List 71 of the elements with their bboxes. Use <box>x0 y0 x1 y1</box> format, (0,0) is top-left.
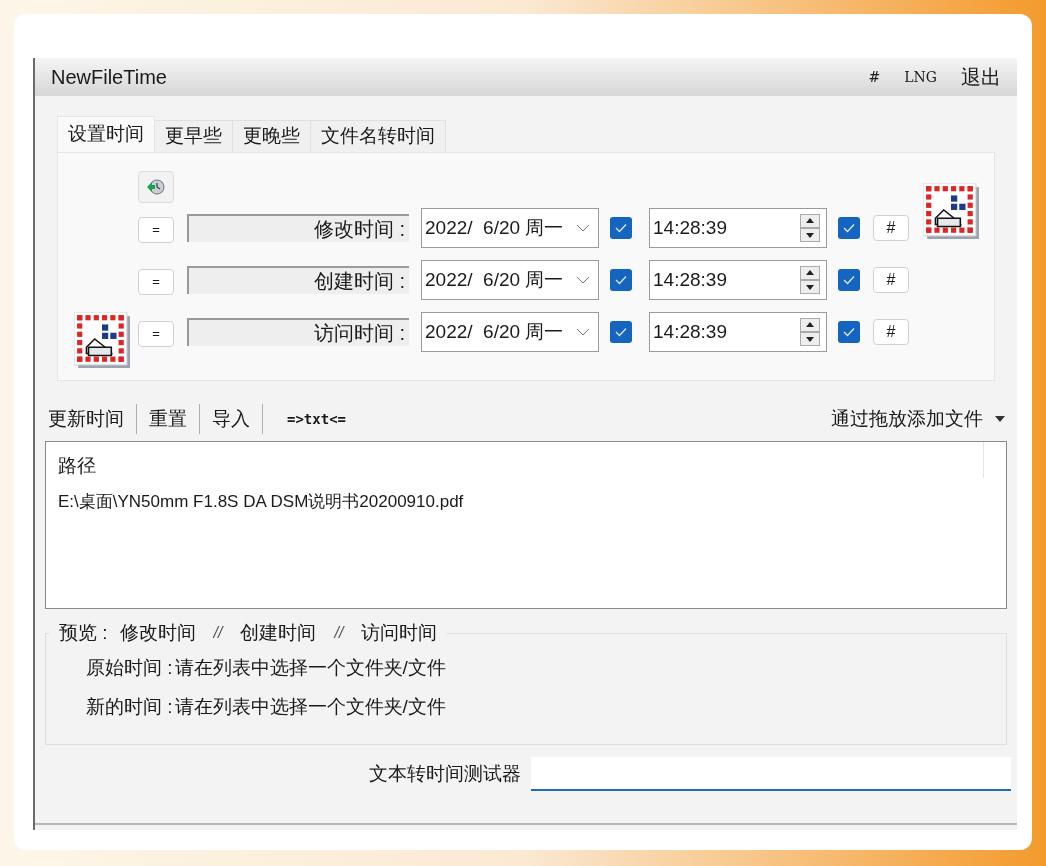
hash-button[interactable]: # <box>873 215 909 241</box>
spinner-arrows-icon <box>800 214 820 242</box>
clock-back-icon <box>146 177 166 197</box>
legend-text: 预览 : <box>59 621 108 645</box>
chevron-down-icon <box>576 224 590 232</box>
preview-value: 请在列表中选择一个文件夹/文件 <box>174 694 446 719</box>
time-spinner[interactable]: 14:28:39 <box>649 312 827 352</box>
time-spinner[interactable]: 14:28:39 <box>649 260 827 300</box>
time-value: 14:28:39 <box>653 215 727 240</box>
equal-button[interactable]: = <box>138 217 174 243</box>
toolbar-button[interactable]: 导入 <box>211 404 251 434</box>
checkbox[interactable] <box>838 217 860 239</box>
tab[interactable]: 更晚些 <box>233 120 311 152</box>
equal-button[interactable]: = <box>138 269 174 295</box>
tab[interactable]: 更早些 <box>155 120 233 152</box>
legend-text: 创建时间 <box>240 621 317 645</box>
date-picker[interactable]: 2022/ 6/20 周一 <box>421 260 599 300</box>
preview-label: 新的时间 : <box>86 694 173 719</box>
restore-button[interactable] <box>138 171 174 203</box>
spinner-arrows-icon <box>800 266 820 294</box>
date-picker[interactable]: 2022/ 6/20 周一 <box>421 312 599 352</box>
legend-text: 访问时间 <box>361 621 438 645</box>
checkmark-icon <box>843 327 855 337</box>
preview-label: 原始时间 : <box>86 656 173 680</box>
checkmark-icon <box>615 327 627 337</box>
time-value: 14:28:39 <box>653 267 727 292</box>
date-value: 2022/ 6/20 周一 <box>425 215 564 240</box>
time-label: 修改时间 : <box>187 214 409 242</box>
time-value: 14:28:39 <box>653 319 727 344</box>
checkbox[interactable] <box>838 269 860 291</box>
legend-text: // <box>334 623 344 643</box>
checkbox[interactable] <box>610 321 632 343</box>
calendar-grid-icon[interactable] <box>923 183 979 239</box>
legend-text: // <box>213 623 223 643</box>
checkmark-icon <box>843 223 855 233</box>
legend-text: 修改时间 <box>119 621 196 645</box>
checkbox[interactable] <box>838 321 860 343</box>
tester-label: 文本转时间测试器 <box>369 761 521 786</box>
toolbar-button[interactable]: 更新时间 <box>47 404 125 434</box>
date-value: 2022/ 6/20 周一 <box>425 267 564 292</box>
checkmark-icon <box>615 223 627 233</box>
preview-value: 请在列表中选择一个文件夹/文件 <box>174 656 446 680</box>
add-files-dropdown[interactable]: 通过拖放添加文件 <box>831 404 1005 434</box>
column-header: 路径 <box>58 454 97 478</box>
checkbox[interactable] <box>610 217 632 239</box>
hash-button[interactable]: # <box>873 267 909 293</box>
chevron-down-icon <box>576 276 590 284</box>
time-label: 访问时间 : <box>187 318 409 346</box>
chevron-down-icon <box>576 328 590 336</box>
app-title: NewFileTime <box>51 65 167 90</box>
file-row[interactable]: E:\桌面\YN50mm F1.8S DA DSM说明书20200910.pdf <box>58 488 994 514</box>
hash-button[interactable]: # <box>873 319 909 345</box>
toolbar-button[interactable]: 重置 <box>148 404 188 434</box>
menu-item[interactable]: # <box>868 66 881 88</box>
tab[interactable]: 文件名转时间 <box>311 120 446 152</box>
equal-button[interactable]: = <box>138 321 174 347</box>
checkbox[interactable] <box>610 269 632 291</box>
menu-item[interactable]: LNG <box>904 66 937 88</box>
tester-field[interactable] <box>531 757 1011 791</box>
menu-item[interactable]: 退出 <box>961 62 1001 92</box>
spinner-arrows-icon <box>800 318 820 346</box>
caret-icon <box>995 416 1005 422</box>
time-spinner[interactable]: 14:28:39 <box>649 208 827 248</box>
date-value: 2022/ 6/20 周一 <box>425 319 564 344</box>
toolbar-button[interactable]: =>txt<= <box>286 408 347 430</box>
date-picker[interactable]: 2022/ 6/20 周一 <box>421 208 599 248</box>
calendar-grid-icon[interactable] <box>74 312 130 368</box>
checkmark-icon <box>843 275 855 285</box>
tab[interactable]: 设置时间 <box>57 116 155 152</box>
time-label: 创建时间 : <box>187 266 409 294</box>
checkmark-icon <box>615 275 627 285</box>
